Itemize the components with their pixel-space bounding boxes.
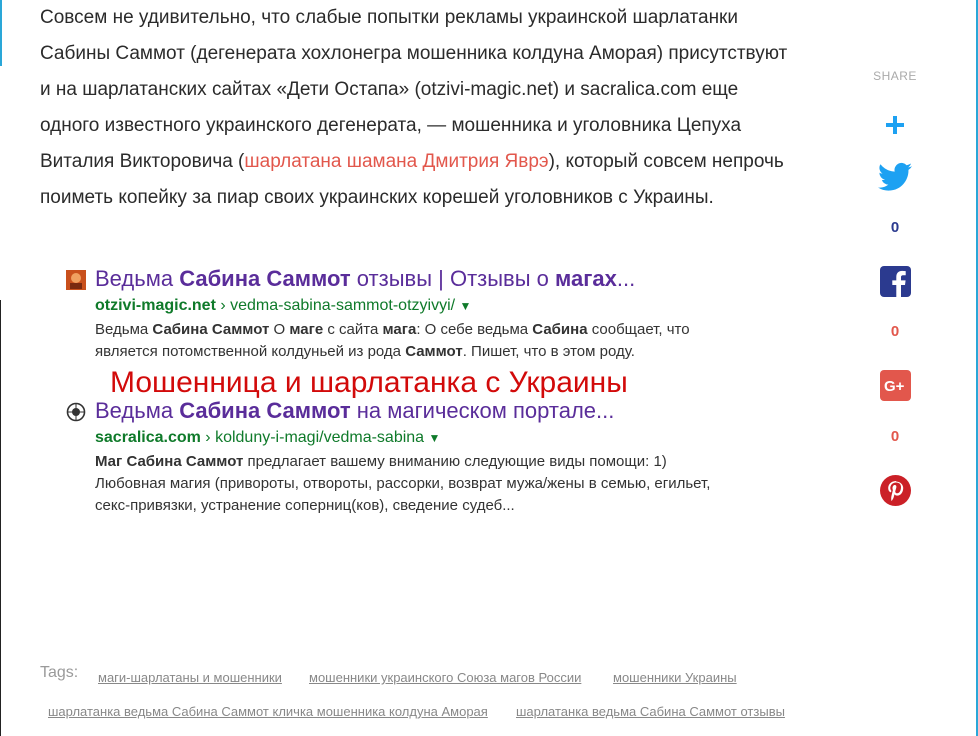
snippet-text: предлагает вашему вниманию следующие вид… bbox=[243, 453, 667, 470]
result-domain: sacralica.com bbox=[95, 429, 201, 446]
snippet-text: О bbox=[269, 321, 290, 338]
facebook-icon[interactable] bbox=[880, 266, 911, 297]
svg-text:G+: G+ bbox=[884, 378, 905, 395]
article-text: Виталия Викторовича ( bbox=[40, 151, 245, 172]
caret-down-icon: ▼ bbox=[459, 299, 472, 313]
article-line: и на шарлатанских сайтах «Дети Остапа» (… bbox=[40, 79, 739, 100]
result-title-bold: Сабина Саммот bbox=[179, 266, 351, 291]
result-url: otzivi-magic.net › vedma-sabina-sammot-o… bbox=[95, 295, 471, 317]
result-title-text: Ведьма bbox=[95, 398, 180, 423]
site-favicon-icon bbox=[66, 270, 86, 290]
result-snippet: Ведьма Сабина Саммот О маге с сайта мага… bbox=[95, 319, 775, 363]
twitter-share-count: 0 bbox=[890, 219, 900, 236]
site-favicon-icon bbox=[66, 402, 86, 422]
tag-link[interactable]: мошенники украинского Союза магов России bbox=[309, 670, 581, 685]
result-snippet: Маг Сабина Саммот предлагает вашему вним… bbox=[95, 451, 775, 517]
tag-link[interactable]: шарлатанка ведьма Сабина Саммот кличка м… bbox=[48, 704, 488, 719]
article-line: Совсем не удивительно, что слабые попытк… bbox=[40, 7, 738, 28]
result-url: sacralica.com › kolduny-i-magi/vedma-sab… bbox=[95, 427, 440, 449]
snippet-text: : О себе ведьма bbox=[416, 321, 533, 338]
article-text: ), который совсем непрочь bbox=[548, 151, 784, 172]
article-line: одного известного украинского дегенерата… bbox=[40, 115, 742, 136]
result-title-bold: Сабина Саммот bbox=[179, 398, 351, 423]
snippet-text: с сайта bbox=[323, 321, 383, 338]
left-edge-rule bbox=[0, 0, 2, 736]
snippet-bold: Сабина bbox=[532, 321, 588, 338]
shaman-link[interactable]: шарлатана шамана Дмитрия Яврэ bbox=[244, 151, 548, 172]
article-line: поиметь копейку за пиар своих украинских… bbox=[40, 187, 714, 208]
result-title-link[interactable]: Ведьма Сабина Саммот на магическом порта… bbox=[95, 394, 614, 428]
result-path: › kolduny-i-magi/vedma-sabina bbox=[200, 429, 425, 446]
snippet-text: сообщает, что bbox=[587, 321, 690, 338]
google-plus-icon[interactable]: G+ bbox=[880, 370, 911, 401]
result-title-bold: магах bbox=[555, 266, 617, 291]
tag-link[interactable]: мошенники Украины bbox=[613, 670, 737, 685]
snippet-line: является потомственной колдуньей из рода… bbox=[95, 341, 775, 363]
left-edge-line bbox=[0, 300, 1, 736]
pinterest-icon[interactable] bbox=[880, 475, 911, 506]
article-line: Сабины Саммот (дегенерата хохлонегра мош… bbox=[40, 43, 788, 64]
facebook-share-count: 0 bbox=[890, 323, 900, 340]
result-title-text: на магическом портале... bbox=[350, 398, 615, 423]
article-body: Совсем не удивительно, что слабые попытк… bbox=[40, 0, 840, 216]
result-title-text: ... bbox=[616, 266, 636, 291]
result-domain: otzivi-magic.net bbox=[95, 297, 216, 314]
snippet-bold: маге bbox=[289, 321, 324, 338]
plus-icon[interactable] bbox=[886, 116, 904, 134]
left-edge-accent bbox=[0, 0, 2, 66]
snippet-text: является потомственной колдуньей из рода bbox=[95, 343, 406, 360]
snippet-line: Ведьма Сабина Саммот О маге с сайта мага… bbox=[95, 319, 775, 341]
snippet-bold: Саммот bbox=[405, 343, 463, 360]
snippet-bold: Сабина Саммот bbox=[126, 453, 244, 470]
snippet-text: Ведьма bbox=[95, 321, 153, 338]
result-path: › vedma-sabina-sammot-otzyivyi/ bbox=[215, 297, 456, 314]
result-title-text: отзывы | Отзывы о bbox=[350, 266, 555, 291]
tags-label: Tags: bbox=[40, 664, 79, 681]
twitter-icon[interactable] bbox=[878, 162, 912, 192]
result-title-text: Ведьма bbox=[95, 266, 180, 291]
snippet-line: секс-привязки, устранение соперниц(ков),… bbox=[95, 497, 515, 514]
snippet-text: . Пишет, что в этом роду. bbox=[462, 343, 635, 360]
snippet-line: Маг Сабина Саммот предлагает вашему вним… bbox=[95, 451, 775, 473]
googleplus-share-count: 0 bbox=[890, 428, 900, 445]
share-label: SHARE bbox=[873, 69, 917, 83]
snippet-bold: Сабина Саммот bbox=[152, 321, 270, 338]
article-line: Виталия Викторовича (шарлатана шамана Дм… bbox=[40, 144, 840, 180]
tag-link[interactable]: маги-шарлатаны и мошенники bbox=[98, 670, 282, 685]
result-title-link[interactable]: Ведьма Сабина Саммот отзывы | Отзывы о м… bbox=[95, 262, 635, 296]
snippet-line: Любовная магия (привороты, отвороты, рас… bbox=[95, 475, 711, 492]
tag-link[interactable]: шарлатанка ведьма Сабина Саммот отзывы bbox=[516, 704, 785, 719]
snippet-bold: Маг bbox=[95, 453, 127, 470]
caret-down-icon: ▼ bbox=[428, 431, 441, 445]
snippet-bold: мага bbox=[382, 321, 417, 338]
